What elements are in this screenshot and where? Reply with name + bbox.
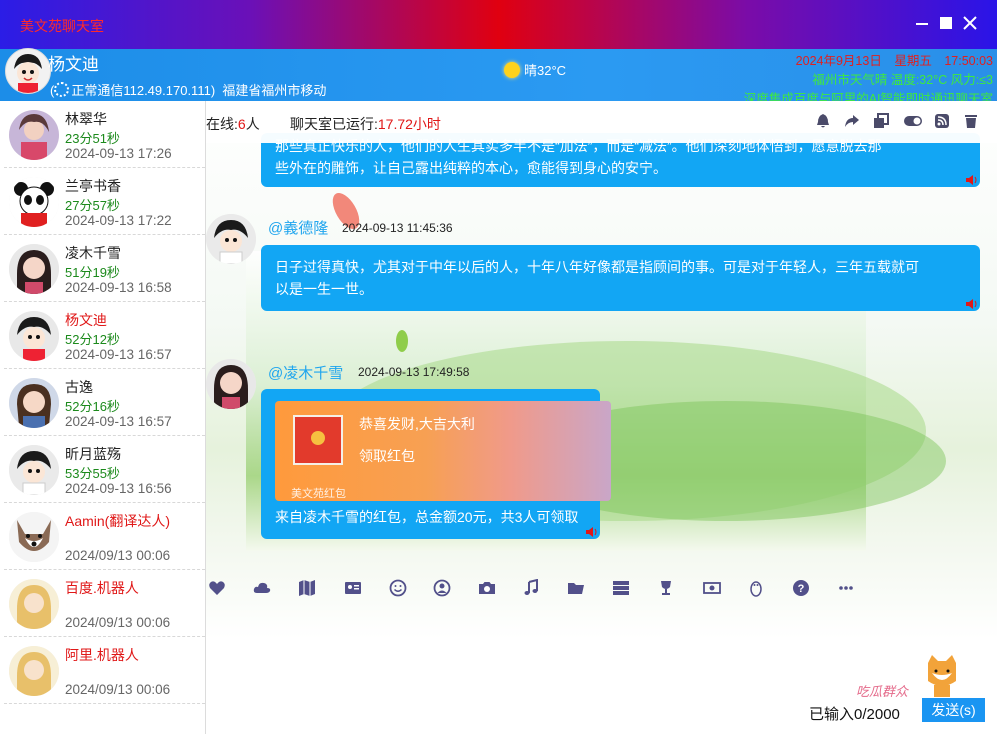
- char-counter: 已输入0/2000: [809, 706, 900, 723]
- avatar: [9, 244, 59, 294]
- contact-item[interactable]: 阿里.机器人 2024/09/13 00:06: [4, 637, 205, 704]
- trash-icon[interactable]: [962, 113, 980, 131]
- uptime-label: 聊天室已运行:17.72小时: [290, 116, 441, 132]
- avatar: [9, 445, 59, 495]
- cloud-icon[interactable]: [251, 579, 273, 601]
- contact-item[interactable]: 兰亭书香 27分57秒 2024-09-13 17:22: [4, 168, 205, 235]
- money-icon[interactable]: [701, 579, 723, 601]
- contact-item[interactable]: Aamin(翻译达人) 2024/09/13 00:06: [4, 503, 205, 570]
- message-bubble: 日子过得真快，尤其对于中年以后的人，十年八年好像都是指顾间的事。可是对于年轻人，…: [261, 245, 980, 311]
- avatar[interactable]: [206, 214, 256, 264]
- red-packet-brand: 美文苑红包: [291, 488, 346, 500]
- map-icon[interactable]: [296, 579, 318, 601]
- datetime-text: 2024年9月13日 星期五 17:50:03: [795, 54, 993, 68]
- server-icon[interactable]: [610, 579, 632, 601]
- avatar: [9, 579, 59, 629]
- contact-item[interactable]: 林翠华 23分51秒 2024-09-13 17:26: [4, 101, 205, 168]
- title-bar: 美文苑聊天室: [0, 0, 997, 50]
- online-count-label: 在线:6人: [206, 116, 260, 132]
- contact-item[interactable]: 昕月蓝殇 53分55秒 2024-09-13 16:56: [4, 436, 205, 503]
- avatar: [9, 378, 59, 428]
- avatar: [9, 311, 59, 361]
- window-title: 美文苑聊天室: [20, 18, 104, 34]
- minimize-icon[interactable]: [913, 14, 931, 32]
- contact-item[interactable]: 百度.机器人 2024/09/13 00:06: [4, 570, 205, 637]
- penguin-icon[interactable]: [745, 579, 767, 601]
- topbar-mask: 在线:6人 聊天室已运行:17.72小时: [206, 101, 997, 143]
- message-username[interactable]: @凌木千雪: [268, 362, 343, 383]
- svg-text:?: ?: [798, 583, 805, 595]
- current-username: 杨文迪: [48, 55, 99, 74]
- contact-item[interactable]: 凌木千雪 51分19秒 2024-09-13 16:58: [4, 235, 205, 302]
- avatar: [9, 512, 59, 562]
- sun-icon: [504, 62, 520, 78]
- rss-icon[interactable]: [933, 113, 951, 131]
- avatar: [9, 110, 59, 160]
- share-icon[interactable]: [843, 113, 861, 131]
- avatar: [9, 177, 59, 227]
- red-envelope-icon: [293, 415, 343, 465]
- more-icon[interactable]: [835, 579, 857, 601]
- send-button[interactable]: 发送(s): [922, 698, 985, 722]
- contact-item[interactable]: 古逸 52分16秒 2024-09-13 16:57: [4, 369, 205, 436]
- red-packet-card[interactable]: 恭喜发财,大吉大利 领取红包 美文苑红包: [275, 401, 611, 501]
- location-text: 福建省福州市移动: [222, 83, 327, 98]
- red-packet-bubble[interactable]: 恭喜发财,大吉大利 领取红包 美文苑红包 来自凌木千雪的红包，总金额20元，共3…: [261, 389, 611, 539]
- connection-status: (正常通信112.49.170.111) 福建省福州市移动: [50, 82, 327, 98]
- maximize-icon[interactable]: [937, 14, 955, 32]
- camera-icon[interactable]: [476, 579, 498, 601]
- smile-icon[interactable]: [387, 579, 409, 601]
- avatar: [9, 646, 59, 696]
- speaker-icon[interactable]: [586, 527, 598, 537]
- message-time: 2024-09-13 11:45:36: [342, 221, 453, 235]
- mascot-image: 吃瓜群众: [856, 653, 966, 699]
- loading-spinner-icon: [54, 82, 70, 97]
- contact-item[interactable]: 杨文迪 52分12秒 2024-09-13 16:57: [4, 302, 205, 369]
- red-packet-desc: 来自凌木千雪的红包，总金额20元，共3人可领取: [275, 509, 579, 525]
- help-icon[interactable]: ?: [790, 579, 812, 601]
- bell-icon[interactable]: [814, 113, 832, 131]
- music-icon[interactable]: [520, 578, 542, 601]
- folder-icon[interactable]: [565, 579, 587, 601]
- trophy-icon[interactable]: [655, 579, 677, 601]
- avatar[interactable]: [206, 359, 256, 409]
- current-user-avatar[interactable]: [5, 48, 51, 94]
- heart-icon[interactable]: [206, 579, 228, 601]
- speaker-icon[interactable]: [966, 299, 978, 309]
- message-time: 2024-09-13 17:49:58: [358, 365, 470, 379]
- contact-list: 林翠华 23分51秒 2024-09-13 17:26 兰亭书香 27分57秒 …: [4, 101, 206, 734]
- claim-red-packet[interactable]: 领取红包: [359, 445, 415, 467]
- weather-widget: 晴32°C: [504, 60, 566, 79]
- header-right-info: 2024年9月13日 星期五 17:50:03 福州市天气晴 温度:32°C 风…: [744, 50, 993, 107]
- id-card-icon[interactable]: [342, 579, 364, 601]
- close-icon[interactable]: [961, 14, 979, 32]
- chat-panel: 在线:6人 聊天室已运行:17.72小时 那些真正快乐的人，他们的人生其实多半不…: [206, 101, 997, 734]
- user-circle-icon[interactable]: [431, 579, 453, 601]
- speaker-icon[interactable]: [966, 175, 978, 185]
- toggle-icon[interactable]: [903, 113, 922, 131]
- input-toolbar: ?: [206, 578, 997, 603]
- city-weather-text: 福州市天气晴 温度:32°C 风力:≤3: [812, 73, 993, 87]
- message-username[interactable]: @義德隆: [268, 217, 328, 238]
- clone-icon[interactable]: [872, 113, 890, 131]
